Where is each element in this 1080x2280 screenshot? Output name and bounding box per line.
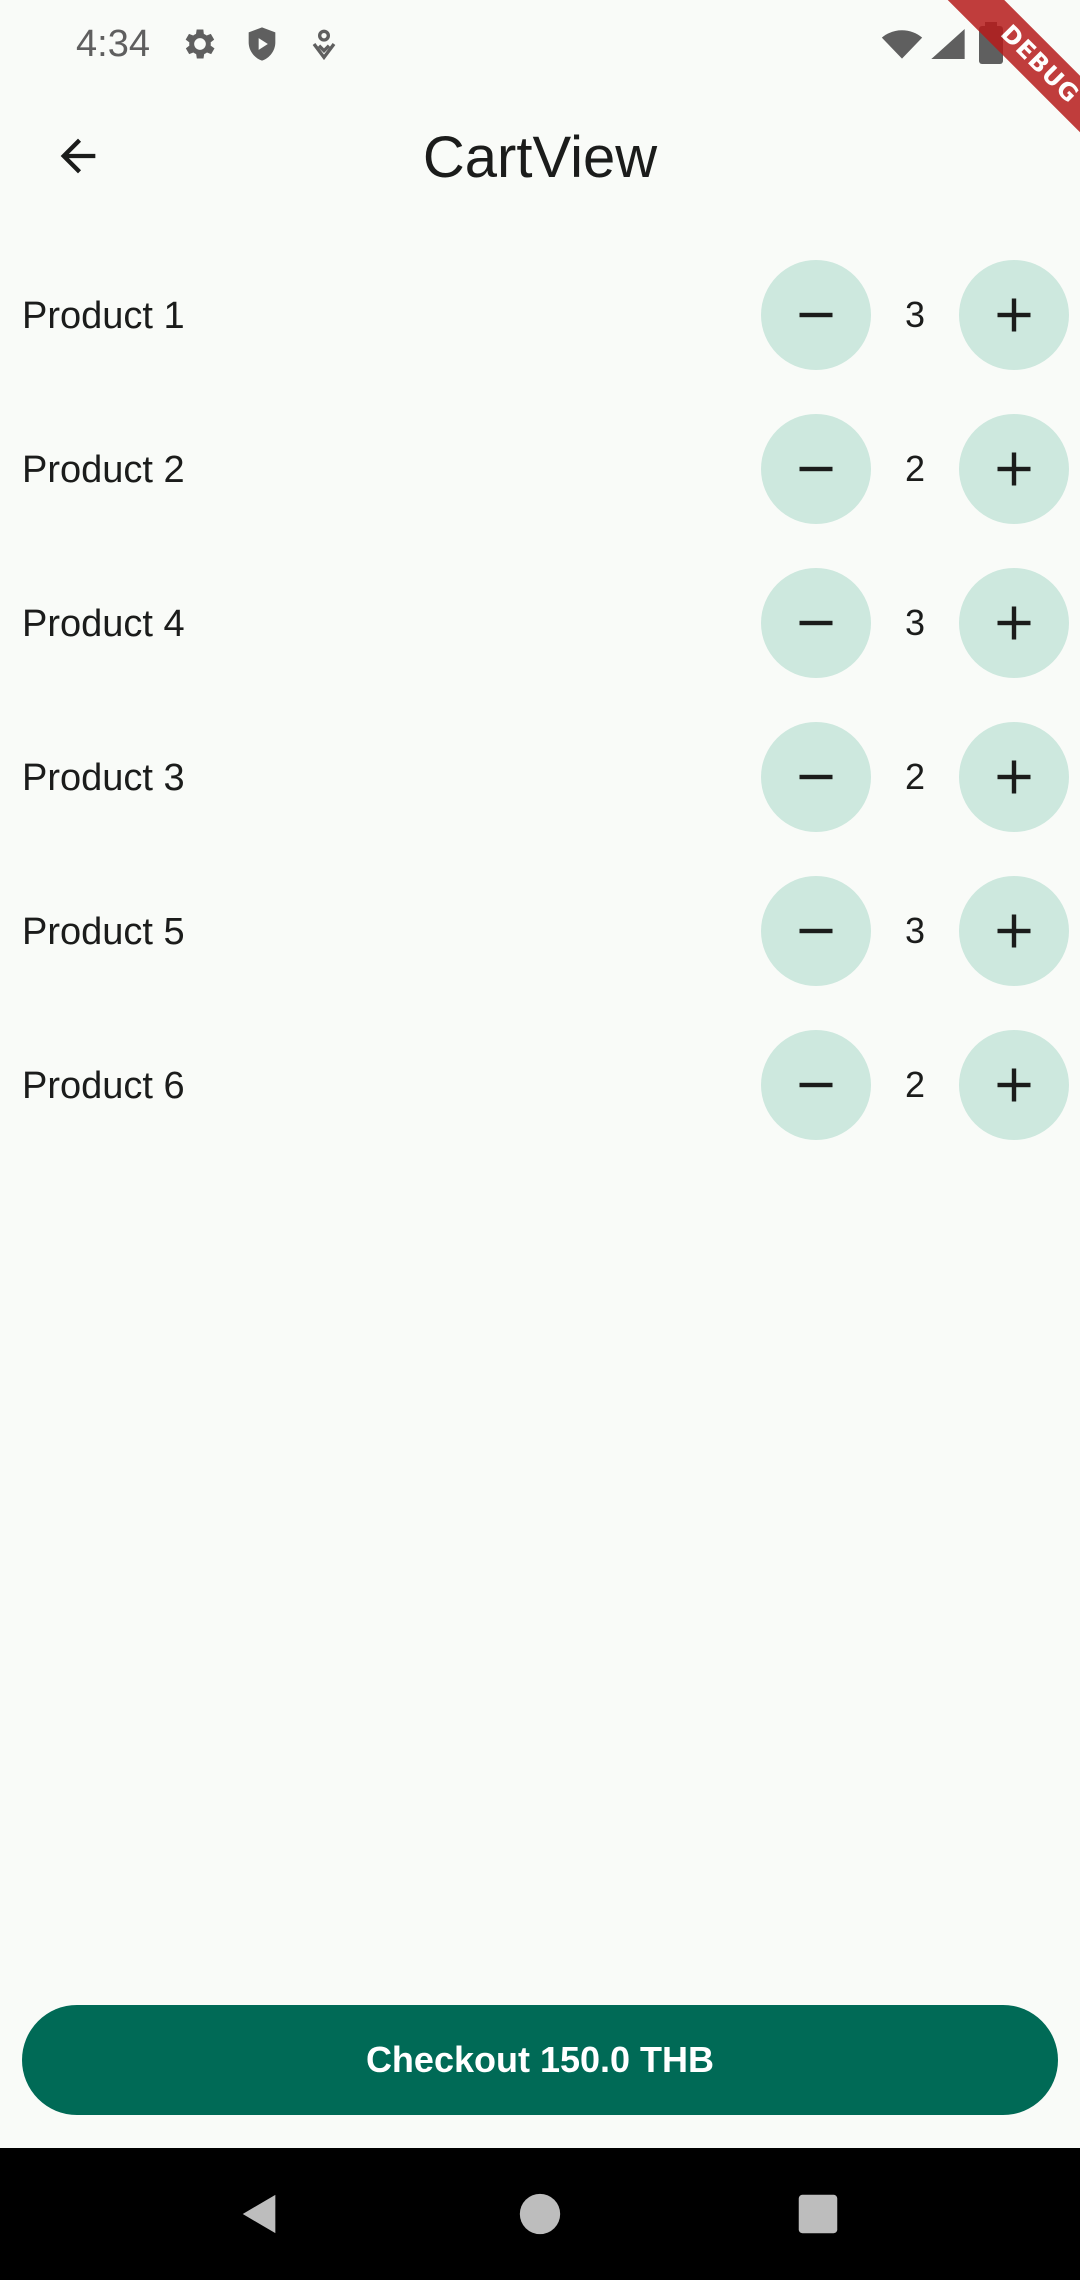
quantity-value: 3	[904, 910, 926, 951]
back-triangle-icon	[242, 2194, 276, 2234]
decrement-button[interactable]	[761, 722, 871, 832]
quantity-value: 2	[904, 1064, 926, 1105]
decrement-button[interactable]	[761, 568, 871, 678]
checkout-label: Checkout 150.0 THB	[365, 2039, 715, 2080]
product-name: Product 4	[22, 603, 185, 645]
cell-signal-icon	[928, 20, 968, 68]
cart-item: Product 3 2	[0, 722, 1080, 876]
plus-icon	[997, 298, 1031, 332]
product-name: Product 3	[22, 757, 185, 799]
quantity-value: 3	[904, 294, 926, 335]
minus-icon	[799, 928, 833, 934]
app-bar: CartView	[0, 88, 1080, 228]
shield-icon	[242, 22, 282, 66]
cart-item: Product 5 3	[0, 876, 1080, 1030]
nav-home-button[interactable]	[510, 2184, 570, 2244]
plus-icon	[997, 760, 1031, 794]
page-title: CartView	[422, 125, 658, 190]
cart-item: Product 4 3	[0, 568, 1080, 722]
home-circle-icon	[519, 2193, 561, 2235]
cart-item: Product 6 2	[0, 1030, 1080, 1184]
minus-icon	[799, 312, 833, 318]
increment-button[interactable]	[959, 722, 1069, 832]
decrement-button[interactable]	[761, 414, 871, 524]
product-name: Product 2	[22, 449, 185, 491]
quantity-value: 2	[904, 448, 926, 489]
quantity-value: 3	[904, 602, 926, 643]
increment-button[interactable]	[959, 260, 1069, 370]
cart-list: Product 1 3 Product 2 2 Product 4 3 Prod…	[0, 260, 1080, 1184]
increment-button[interactable]	[959, 1030, 1069, 1140]
quantity-value: 2	[904, 756, 926, 797]
status-bar: 4:34	[0, 0, 1080, 88]
gear-icon	[180, 22, 220, 66]
system-nav-bar	[0, 2148, 1080, 2280]
minus-icon	[799, 774, 833, 780]
decrement-button[interactable]	[761, 876, 871, 986]
cart-item: Product 2 2	[0, 414, 1080, 568]
minus-icon	[799, 466, 833, 472]
battery-icon	[976, 20, 1006, 68]
minus-icon	[799, 1082, 833, 1088]
product-name: Product 5	[22, 911, 185, 953]
plus-icon	[997, 606, 1031, 640]
wifi-icon	[880, 20, 924, 68]
product-name: Product 1	[22, 295, 185, 337]
plus-icon	[997, 1068, 1031, 1102]
cart-item: Product 1 3	[0, 260, 1080, 414]
plus-icon	[997, 914, 1031, 948]
minus-icon	[799, 620, 833, 626]
status-time: 4:34	[76, 23, 150, 65]
increment-button[interactable]	[959, 876, 1069, 986]
product-name: Product 6	[22, 1065, 185, 1107]
decrement-button[interactable]	[761, 1030, 871, 1140]
increment-button[interactable]	[959, 414, 1069, 524]
increment-button[interactable]	[959, 568, 1069, 678]
plus-icon	[997, 452, 1031, 486]
location-icon	[304, 22, 344, 66]
nav-recents-button[interactable]	[788, 2184, 848, 2244]
decrement-button[interactable]	[761, 260, 871, 370]
nav-back-button[interactable]	[230, 2184, 290, 2244]
recents-square-icon	[798, 2194, 838, 2234]
checkout-button[interactable]: Checkout 150.0 THB	[22, 2005, 1058, 2115]
